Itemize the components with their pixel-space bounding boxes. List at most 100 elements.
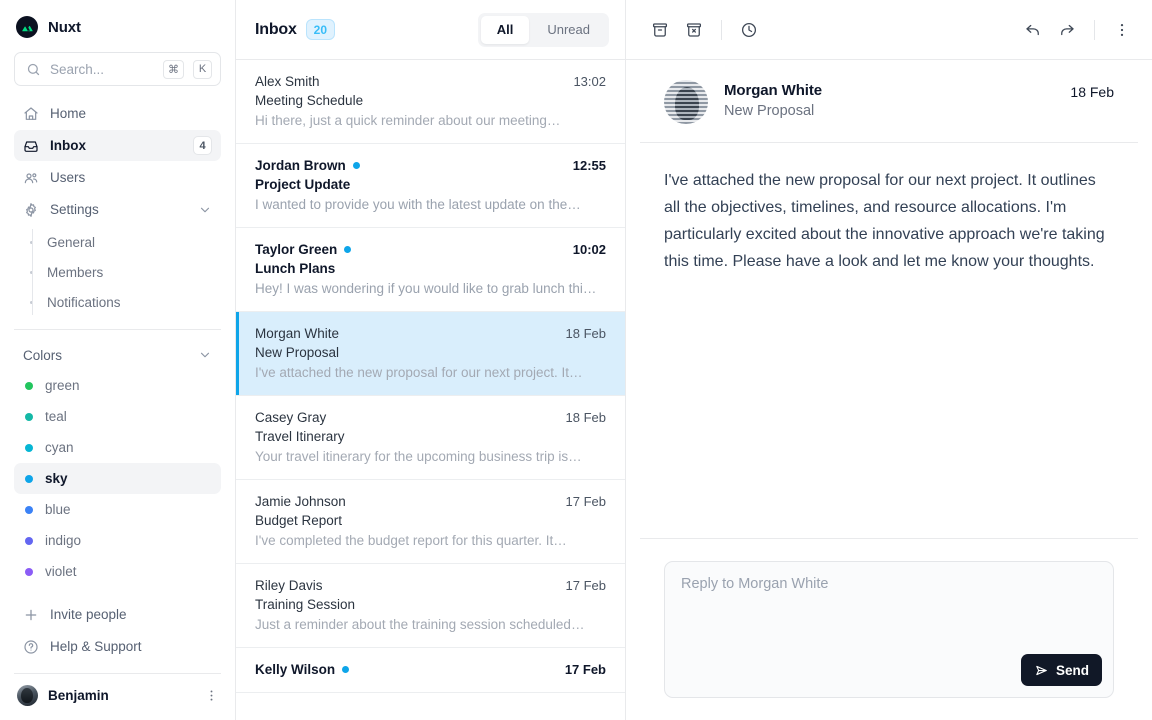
search-placeholder: Search... bbox=[50, 62, 154, 77]
color-item-sky[interactable]: sky bbox=[14, 463, 221, 494]
search-input[interactable]: Search... ⌘ K bbox=[14, 52, 221, 86]
preview: Your travel itinerary for the upcoming b… bbox=[255, 449, 606, 464]
table-row[interactable]: Riley Davis 17 Feb Training Session Just… bbox=[236, 564, 625, 648]
send-button[interactable]: Send bbox=[1021, 654, 1102, 686]
sidebar-item-label: General bbox=[47, 235, 95, 250]
message-header: Morgan White New Proposal 18 Feb bbox=[640, 60, 1138, 143]
colors-section-header[interactable]: Colors bbox=[14, 340, 221, 370]
unread-dot-icon bbox=[353, 162, 360, 169]
row-top: Jordan Brown 12:55 bbox=[255, 158, 606, 173]
archive-icon[interactable] bbox=[644, 14, 676, 46]
color-item-indigo[interactable]: indigo bbox=[14, 525, 221, 556]
sidebar-item-label: Members bbox=[47, 265, 103, 280]
toolbar-separator bbox=[721, 20, 722, 40]
home-icon bbox=[23, 106, 39, 122]
list-title-group: Inbox 20 bbox=[255, 19, 335, 40]
sidebar-item-home[interactable]: Home bbox=[14, 98, 221, 129]
reply-placeholder: Reply to Morgan White bbox=[681, 576, 1097, 592]
subject: New Proposal bbox=[255, 345, 606, 360]
email-list-panel: Inbox 20 All Unread Alex Smith 13:02 Mee… bbox=[236, 0, 626, 720]
sidebar: Nuxt Search... ⌘ K Home bbox=[0, 0, 236, 720]
sidebar-item-label: Help & Support bbox=[50, 639, 212, 654]
table-row[interactable]: Taylor Green 10:02 Lunch Plans Hey! I wa… bbox=[236, 228, 625, 312]
avatar bbox=[17, 685, 38, 706]
sidebar-item-label: Notifications bbox=[47, 295, 121, 310]
avatar bbox=[664, 80, 708, 124]
message-header-text: Morgan White New Proposal bbox=[724, 80, 1054, 119]
search-container: Search... ⌘ K bbox=[0, 52, 235, 98]
message-subject: New Proposal bbox=[724, 103, 1054, 119]
table-row[interactable]: Casey Gray 18 Feb Travel Itinerary Your … bbox=[236, 396, 625, 480]
timestamp: 12:55 bbox=[573, 158, 606, 173]
sidebar-item-settings[interactable]: Settings bbox=[14, 194, 221, 225]
table-row[interactable]: Jordan Brown 12:55 Project Update I want… bbox=[236, 144, 625, 228]
table-row[interactable]: Morgan White 18 Feb New Proposal I've at… bbox=[236, 312, 625, 396]
sidebar-item-invite-people[interactable]: Invite people bbox=[14, 599, 221, 630]
table-row[interactable]: Jamie Johnson 17 Feb Budget Report I've … bbox=[236, 480, 625, 564]
clock-icon[interactable] bbox=[733, 14, 765, 46]
color-label: green bbox=[45, 378, 80, 393]
sender-name: Taylor Green bbox=[255, 242, 337, 257]
more-vertical-icon[interactable] bbox=[204, 688, 219, 703]
table-row[interactable]: Kelly Wilson 17 Feb bbox=[236, 648, 625, 693]
color-dot-icon bbox=[25, 568, 33, 576]
filter-toggle-group: All Unread bbox=[478, 13, 609, 47]
nuxt-logo-icon bbox=[16, 16, 38, 38]
color-dot-icon bbox=[25, 475, 33, 483]
trash-icon[interactable] bbox=[678, 14, 710, 46]
sender-name: Riley Davis bbox=[255, 578, 323, 593]
sidebar-item-help-support[interactable]: Help & Support bbox=[14, 631, 221, 662]
settings-submenu: General Members Notifications bbox=[14, 227, 221, 317]
timestamp: 17 Feb bbox=[566, 578, 606, 593]
more-vertical-icon[interactable] bbox=[1106, 14, 1138, 46]
subject: Meeting Schedule bbox=[255, 93, 606, 108]
sidebar-item-label: Settings bbox=[50, 202, 187, 217]
color-item-blue[interactable]: blue bbox=[14, 494, 221, 525]
preview: Just a reminder about the training sessi… bbox=[255, 617, 606, 632]
sidebar-item-users[interactable]: Users bbox=[14, 162, 221, 193]
toolbar-separator bbox=[1094, 20, 1095, 40]
send-icon bbox=[1034, 663, 1049, 678]
sidebar-item-general[interactable]: General bbox=[14, 227, 221, 257]
sidebar-item-inbox[interactable]: Inbox 4 bbox=[14, 130, 221, 161]
reader-toolbar bbox=[626, 0, 1152, 60]
bullet-icon bbox=[30, 271, 33, 274]
row-top: Alex Smith 13:02 bbox=[255, 74, 606, 89]
row-top: Kelly Wilson 17 Feb bbox=[255, 662, 606, 677]
sidebar-item-notifications[interactable]: Notifications bbox=[14, 287, 221, 317]
chevron-down-icon bbox=[198, 203, 212, 217]
color-dot-icon bbox=[25, 413, 33, 421]
sidebar-bottom-links: Invite people Help & Support bbox=[0, 599, 235, 669]
forward-icon[interactable] bbox=[1051, 14, 1083, 46]
sidebar-user[interactable]: Benjamin bbox=[0, 674, 235, 720]
email-list[interactable]: Alex Smith 13:02 Meeting Schedule Hi the… bbox=[236, 60, 625, 720]
color-item-teal[interactable]: teal bbox=[14, 401, 221, 432]
subject: Project Update bbox=[255, 177, 606, 192]
preview: I wanted to provide you with the latest … bbox=[255, 197, 606, 212]
sidebar-item-members[interactable]: Members bbox=[14, 257, 221, 287]
page-title: Inbox bbox=[255, 21, 297, 39]
sidebar-divider bbox=[14, 329, 221, 330]
brand[interactable]: Nuxt bbox=[0, 0, 235, 52]
tab-all[interactable]: All bbox=[481, 16, 530, 44]
reply-input[interactable]: Reply to Morgan White Send bbox=[664, 561, 1114, 698]
reply-icon[interactable] bbox=[1017, 14, 1049, 46]
table-row[interactable]: Alex Smith 13:02 Meeting Schedule Hi the… bbox=[236, 60, 625, 144]
reading-pane: Morgan White New Proposal 18 Feb I've at… bbox=[626, 0, 1152, 720]
color-item-violet[interactable]: violet bbox=[14, 556, 221, 587]
tab-unread[interactable]: Unread bbox=[531, 16, 606, 44]
preview: I've completed the budget report for thi… bbox=[255, 533, 606, 548]
message-sender: Morgan White bbox=[724, 82, 1054, 99]
timestamp: 17 Feb bbox=[565, 662, 606, 677]
question-circle-icon bbox=[23, 639, 39, 655]
subject: Lunch Plans bbox=[255, 261, 606, 276]
color-label: blue bbox=[45, 502, 71, 517]
sidebar-item-label: Invite people bbox=[50, 607, 212, 622]
inbox-total-badge: 20 bbox=[306, 19, 335, 40]
color-item-cyan[interactable]: cyan bbox=[14, 432, 221, 463]
colors-section-label: Colors bbox=[23, 348, 62, 363]
row-top: Jamie Johnson 17 Feb bbox=[255, 494, 606, 509]
color-item-green[interactable]: green bbox=[14, 370, 221, 401]
subject: Budget Report bbox=[255, 513, 606, 528]
unread-dot-icon bbox=[342, 666, 349, 673]
